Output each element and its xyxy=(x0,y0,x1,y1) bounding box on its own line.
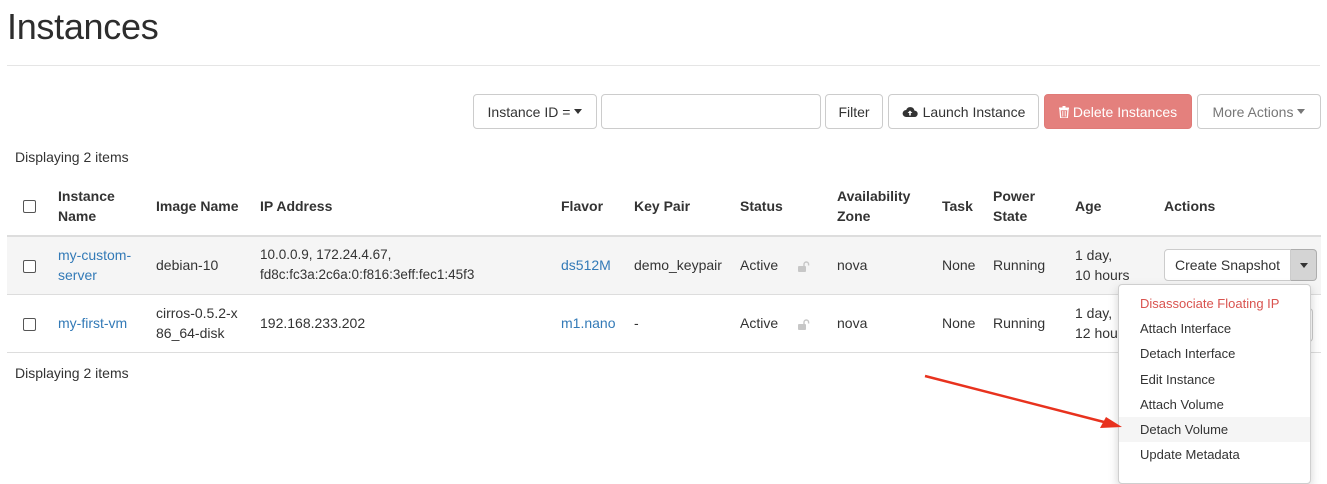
col-header-task[interactable]: Task xyxy=(934,176,985,236)
item-count-bottom: Displaying 2 items xyxy=(15,365,129,381)
col-header-key-pair[interactable]: Key Pair xyxy=(626,176,732,236)
status-cell: Active xyxy=(732,294,829,352)
create-snapshot-button[interactable]: Create Snapshot xyxy=(1164,249,1292,281)
flavor-cell: ds512M xyxy=(553,236,626,294)
select-all-checkbox[interactable] xyxy=(23,200,36,214)
status-text: Active xyxy=(740,257,779,274)
key-pair-cell: - xyxy=(634,315,639,331)
task-cell: None xyxy=(942,315,976,331)
row-actions-split-button: Create Snapshot xyxy=(1164,249,1318,281)
page-title: Instances xyxy=(7,6,159,47)
row-select-cell xyxy=(7,294,50,352)
more-actions-label: More Actions xyxy=(1212,103,1294,120)
filter-field-select[interactable]: Instance ID = xyxy=(473,94,597,129)
row-checkbox[interactable] xyxy=(23,260,36,274)
menu-item-detach-interface[interactable]: Detach Interface xyxy=(1119,341,1310,366)
table-header-row: Instance Name Image Name IP Address Flav… xyxy=(7,176,1321,236)
col-header-instance-name[interactable]: Instance Name xyxy=(50,176,148,236)
col-header-flavor[interactable]: Flavor xyxy=(553,176,626,236)
select-all-cell xyxy=(7,176,50,236)
row-select-cell xyxy=(7,236,50,294)
row-actions-toggle[interactable] xyxy=(1291,249,1318,281)
unlock-icon xyxy=(798,261,810,273)
caret-down-icon xyxy=(574,109,583,114)
task-cell: None xyxy=(942,257,976,274)
col-header-actions: Actions xyxy=(1164,197,1216,214)
menu-item-attach-volume[interactable]: Attach Volume xyxy=(1119,392,1310,417)
cloud-upload-icon xyxy=(902,106,918,117)
col-header-availability-zone[interactable]: Availability Zone xyxy=(829,176,934,236)
delete-instances-button[interactable]: Delete Instances xyxy=(1044,94,1192,129)
image-name-cell: debian-10 xyxy=(156,257,219,274)
launch-instance-label: Launch Instance xyxy=(922,103,1026,120)
col-header-power-state[interactable]: Power State xyxy=(985,176,1067,236)
menu-item-attach-interface[interactable]: Attach Interface xyxy=(1119,316,1310,341)
availability-zone-cell: nova xyxy=(837,315,868,331)
col-header-status[interactable]: Status xyxy=(732,176,829,236)
power-state-cell: Running xyxy=(993,257,1046,274)
ip-address-cell: 192.168.233.202 xyxy=(260,315,366,331)
trash-icon xyxy=(1058,105,1069,118)
delete-instances-label: Delete Instances xyxy=(1072,103,1178,120)
caret-down-icon xyxy=(1299,262,1308,268)
menu-item-disassociate-floating-ip[interactable]: Disassociate Floating IP xyxy=(1119,291,1310,316)
menu-item-edit-instance[interactable]: Edit Instance xyxy=(1119,367,1310,392)
menu-item-detach-volume[interactable]: Detach Volume xyxy=(1119,416,1310,443)
caret-down-icon xyxy=(1297,109,1306,114)
col-header-ip-address[interactable]: IP Address xyxy=(252,176,553,236)
title-divider xyxy=(7,65,1320,66)
flavor-link[interactable]: m1.nano xyxy=(561,315,615,331)
instance-name-cell: my-first-vm xyxy=(50,294,148,352)
item-count-top: Displaying 2 items xyxy=(15,149,129,165)
instance-name-link[interactable]: my-custom-server xyxy=(58,247,131,283)
filter-button-label: Filter xyxy=(838,103,870,120)
unlock-icon xyxy=(798,319,810,330)
filter-button[interactable]: Filter xyxy=(825,94,883,129)
filter-input[interactable] xyxy=(601,94,821,129)
instance-name-cell: my-custom-server xyxy=(50,236,148,294)
status-text: Active xyxy=(740,315,779,331)
status-cell: Active xyxy=(732,236,829,294)
flavor-link[interactable]: ds512M xyxy=(561,257,611,273)
key-pair-cell: demo_keypair xyxy=(634,257,722,274)
image-name-cell: cirros-0.5.2-x 86_64-disk xyxy=(156,305,238,341)
instance-name-link[interactable]: my-first-vm xyxy=(58,315,127,331)
more-actions-button[interactable]: More Actions xyxy=(1197,94,1321,129)
menu-item-update-metadata[interactable]: Update Metadata xyxy=(1119,442,1310,467)
ip-address-cell: 10.0.0.9, 172.24.4.67, fd8c:fc3a:2c6a:0:f… xyxy=(260,247,475,283)
row-checkbox[interactable] xyxy=(23,317,36,331)
table-toolbar: Instance ID = Filter Launch Instance Del… xyxy=(0,94,1327,129)
col-header-age[interactable]: Age xyxy=(1067,176,1156,236)
flavor-cell: m1.nano xyxy=(553,294,626,352)
col-header-image-name[interactable]: Image Name xyxy=(148,176,252,236)
power-state-cell: Running xyxy=(993,315,1046,331)
filter-field-label: Instance ID = xyxy=(487,103,571,120)
availability-zone-cell: nova xyxy=(837,257,868,274)
row-actions-dropdown: Disassociate Floating IP Attach Interfac… xyxy=(1118,284,1311,484)
launch-instance-button[interactable]: Launch Instance xyxy=(888,94,1039,129)
